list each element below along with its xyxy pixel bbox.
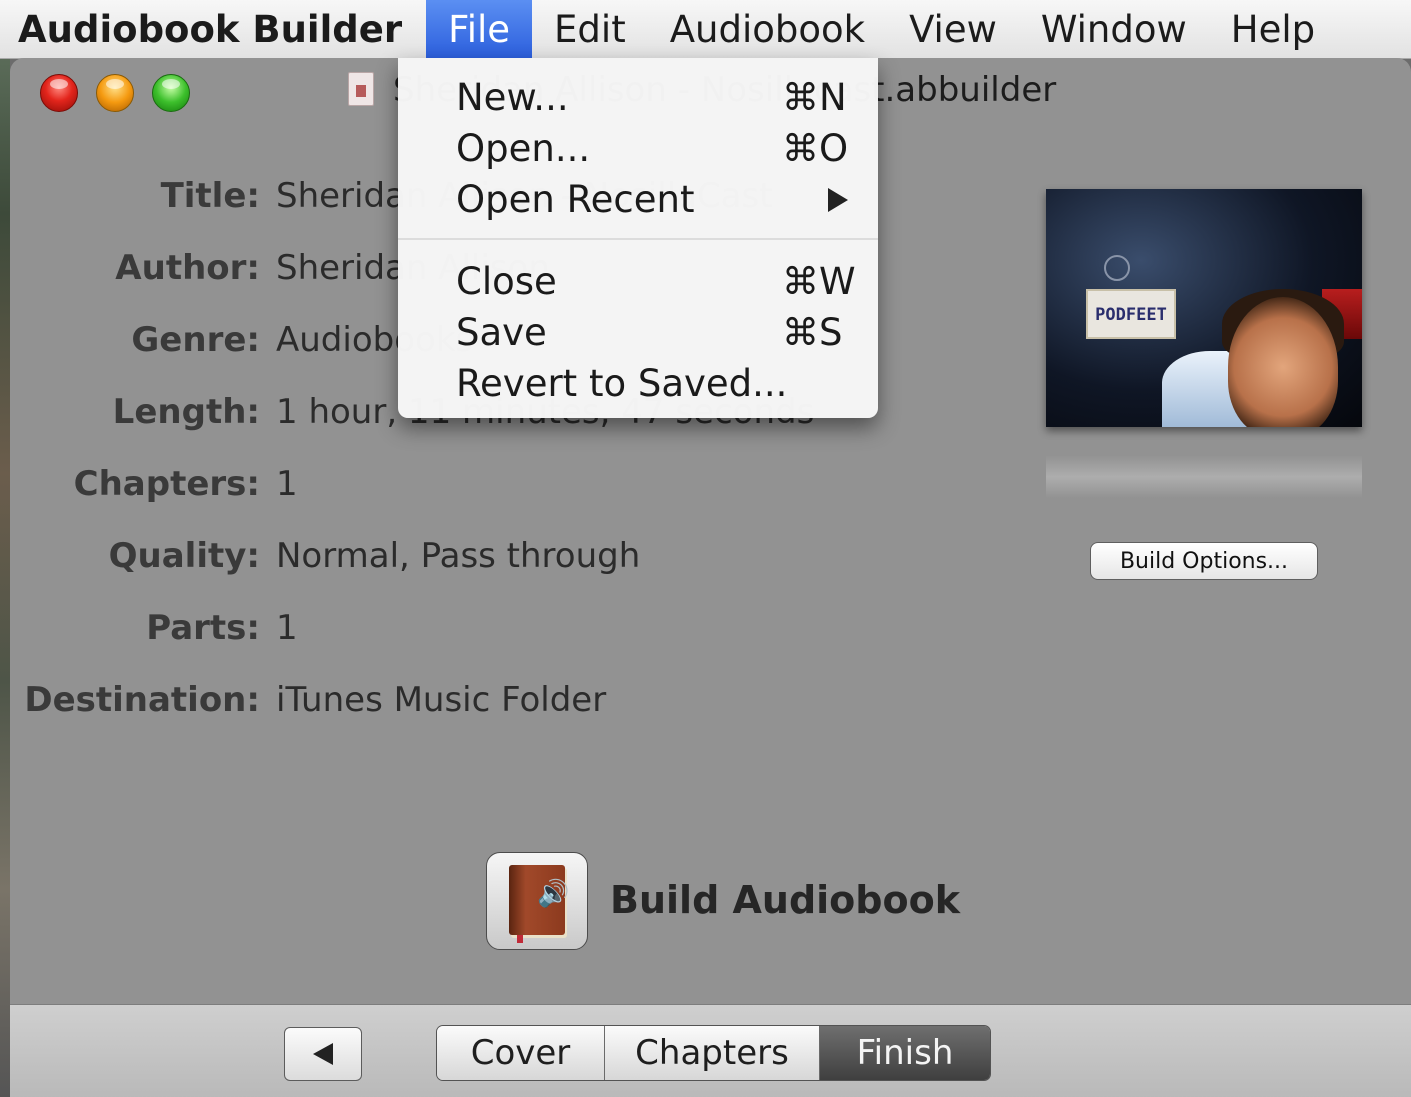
menu-item-open-label: Open...	[456, 127, 591, 170]
length-label: Length:	[112, 392, 260, 432]
menu-item-open[interactable]: Open... ⌘O	[398, 123, 878, 173]
destination-value: iTunes Music Folder	[276, 680, 607, 720]
cover-art-reflection	[1046, 456, 1362, 498]
quality-value: Normal, Pass through	[276, 536, 641, 576]
menu-view[interactable]: View	[887, 0, 1019, 58]
menu-file[interactable]: File	[426, 0, 533, 58]
document-proxy-icon[interactable]	[348, 72, 374, 106]
menu-app-name[interactable]: Audiobook Builder	[0, 0, 426, 58]
tab-cover[interactable]: Cover	[437, 1026, 605, 1080]
menu-item-new[interactable]: New... ⌘N	[398, 72, 878, 122]
genre-label: Genre:	[131, 320, 260, 360]
menu-item-save[interactable]: Save ⌘S	[398, 307, 878, 357]
menu-separator	[398, 238, 878, 240]
chapters-label: Chapters:	[73, 464, 260, 504]
menu-item-open-recent-label: Open Recent	[456, 178, 695, 221]
zoom-window-button[interactable]	[152, 74, 190, 112]
title-label: Title:	[160, 176, 260, 216]
speaker-icon: 🔊	[537, 879, 570, 909]
chapters-value: 1	[276, 464, 298, 504]
build-options-button[interactable]: Build Options...	[1090, 542, 1318, 580]
file-menu-dropdown: New... ⌘N Open... ⌘O Open Recent Close ⌘…	[398, 58, 878, 418]
menu-item-close-shortcut: ⌘W	[782, 260, 856, 303]
info-row-parts: Parts: 1	[10, 608, 910, 658]
info-row-destination: Destination: iTunes Music Folder	[10, 680, 910, 730]
menu-bar: Audiobook Builder File Edit Audiobook Vi…	[0, 0, 1411, 59]
build-audiobook-label[interactable]: Build Audiobook	[610, 878, 960, 922]
menu-item-revert-label: Revert to Saved...	[456, 362, 788, 405]
tab-chapters[interactable]: Chapters	[605, 1026, 820, 1080]
left-arrow-icon	[313, 1043, 333, 1065]
back-button[interactable]	[284, 1027, 362, 1081]
build-audiobook-button[interactable]: 🔊	[486, 852, 588, 950]
bottom-toolbar: Cover Chapters Finish	[10, 1004, 1411, 1097]
menu-item-open-shortcut: ⌘O	[782, 127, 849, 170]
menu-item-open-recent[interactable]: Open Recent	[398, 174, 878, 224]
menu-audiobook[interactable]: Audiobook	[648, 0, 887, 58]
desktop-background	[0, 58, 10, 1097]
audiobook-icon: 🔊	[509, 865, 569, 943]
cover-art-image[interactable]: PODFEET	[1046, 189, 1362, 427]
person-face	[1228, 297, 1338, 427]
license-plate: PODFEET	[1086, 289, 1176, 339]
menu-window[interactable]: Window	[1019, 0, 1209, 58]
parts-label: Parts:	[146, 608, 260, 648]
menu-item-save-shortcut: ⌘S	[782, 311, 843, 354]
minimize-window-button[interactable]	[96, 74, 134, 112]
menu-item-close-label: Close	[456, 260, 557, 303]
destination-label: Destination:	[24, 680, 260, 720]
submenu-arrow-icon	[828, 188, 848, 212]
menu-help[interactable]: Help	[1209, 0, 1337, 58]
parts-value: 1	[276, 608, 298, 648]
info-row-chapters: Chapters: 1	[10, 464, 910, 514]
step-tabs: Cover Chapters Finish	[436, 1025, 991, 1081]
tab-finish[interactable]: Finish	[820, 1026, 990, 1080]
car-logo	[1104, 255, 1130, 281]
menu-item-new-label: New...	[456, 76, 569, 119]
author-label: Author:	[115, 248, 260, 288]
menu-item-close[interactable]: Close ⌘W	[398, 256, 878, 306]
menu-edit[interactable]: Edit	[532, 0, 648, 58]
menu-item-new-shortcut: ⌘N	[782, 76, 847, 119]
menu-item-revert[interactable]: Revert to Saved...	[398, 358, 878, 408]
info-row-quality: Quality: Normal, Pass through	[10, 536, 910, 586]
quality-label: Quality:	[108, 536, 260, 576]
close-window-button[interactable]	[40, 74, 78, 112]
menu-item-save-label: Save	[456, 311, 547, 354]
